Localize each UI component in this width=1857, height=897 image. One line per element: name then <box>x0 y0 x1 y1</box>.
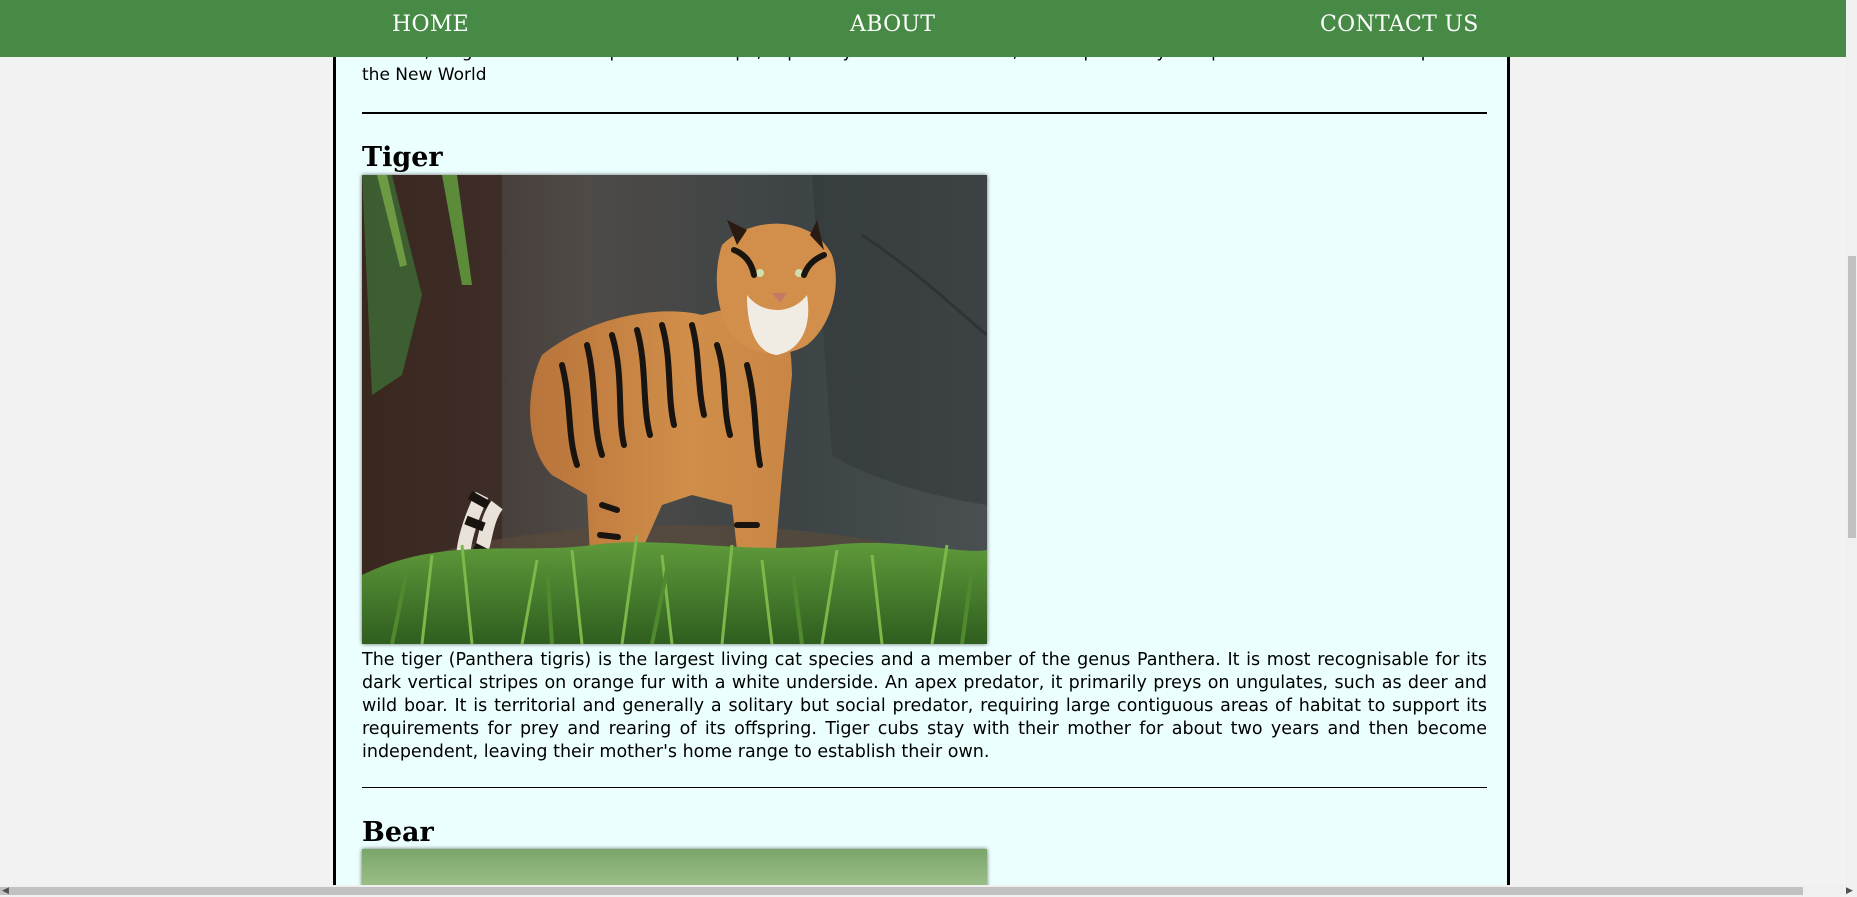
scroll-right-arrow-icon[interactable]: ▶ <box>1846 886 1853 896</box>
content-panel: hounds, long an established pursuit in E… <box>333 0 1510 885</box>
top-nav-bar: HOME ABOUT CONTACT US <box>0 0 1846 57</box>
section-divider <box>362 787 1487 788</box>
horizontal-scrollbar-thumb[interactable] <box>0 887 1803 895</box>
vertical-scrollbar[interactable] <box>1846 0 1857 885</box>
section-divider <box>362 112 1487 114</box>
vertical-scrollbar-thumb[interactable] <box>1848 256 1856 538</box>
tiger-photo <box>362 175 987 644</box>
nav-home-link[interactable]: HOME <box>392 12 469 37</box>
horizontal-scrollbar[interactable] <box>0 885 1857 897</box>
scroll-left-arrow-icon[interactable]: ◀ <box>2 886 9 896</box>
bear-photo <box>362 849 987 885</box>
nav-about-link[interactable]: ABOUT <box>850 12 935 37</box>
nav-contact-link[interactable]: CONTACT US <box>1320 12 1479 37</box>
tiger-heading: Tiger <box>362 142 443 173</box>
bear-heading: Bear <box>362 817 434 848</box>
tiger-description: The tiger (Panthera tigris) is the large… <box>362 650 1487 762</box>
